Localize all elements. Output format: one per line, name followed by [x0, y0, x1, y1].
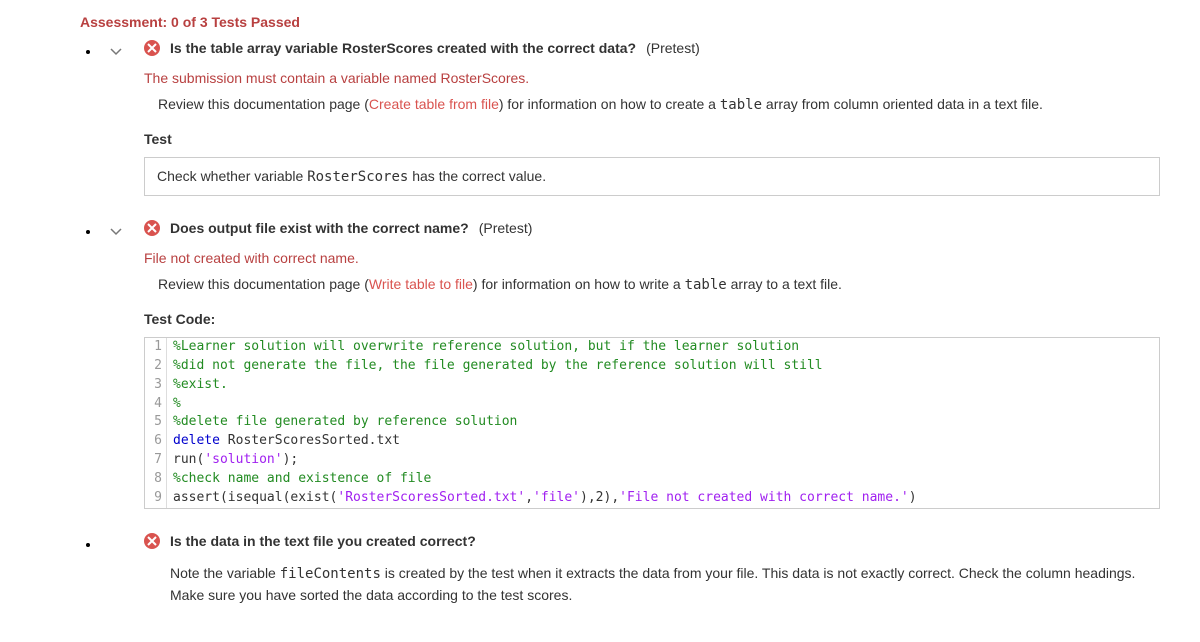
- fail-icon: [144, 220, 160, 236]
- section-label: Test: [144, 131, 1160, 147]
- list-bullet: [86, 50, 90, 54]
- doc-link[interactable]: Create table from file: [369, 96, 499, 112]
- code-block: 1%Learner solution will overwrite refere…: [144, 337, 1160, 509]
- chevron-down-icon[interactable]: [110, 45, 122, 61]
- review-line: Review this documentation page (Write ta…: [144, 276, 1160, 293]
- pretest-label: (Pretest): [646, 40, 700, 56]
- test-title: Does output file exist with the correct …: [170, 220, 469, 236]
- fail-icon: [144, 533, 160, 549]
- doc-link[interactable]: Write table to file: [369, 276, 473, 292]
- assessment-header: Assessment: 0 of 3 Tests Passed: [20, 10, 1180, 40]
- test-item: Does output file exist with the correct …: [20, 220, 1180, 509]
- test-item: Is the table array variable RosterScores…: [20, 40, 1180, 196]
- pretest-label: (Pretest): [479, 220, 533, 236]
- error-message: File not created with correct name.: [144, 250, 1160, 266]
- test-title: Is the table array variable RosterScores…: [170, 40, 636, 56]
- list-bullet: [86, 543, 90, 547]
- list-bullet: [86, 230, 90, 234]
- section-label: Test Code:: [144, 311, 1160, 327]
- review-line: Review this documentation page (Create t…: [144, 96, 1160, 113]
- test-description-box: Check whether variable RosterScores has …: [144, 157, 1160, 196]
- chevron-down-icon[interactable]: [110, 225, 122, 241]
- error-message: The submission must contain a variable n…: [144, 70, 1160, 86]
- test-note: Note the variable fileContents is create…: [144, 563, 1160, 606]
- test-title: Is the data in the text file you created…: [170, 533, 476, 549]
- test-item: Is the data in the text file you created…: [20, 533, 1180, 606]
- fail-icon: [144, 40, 160, 56]
